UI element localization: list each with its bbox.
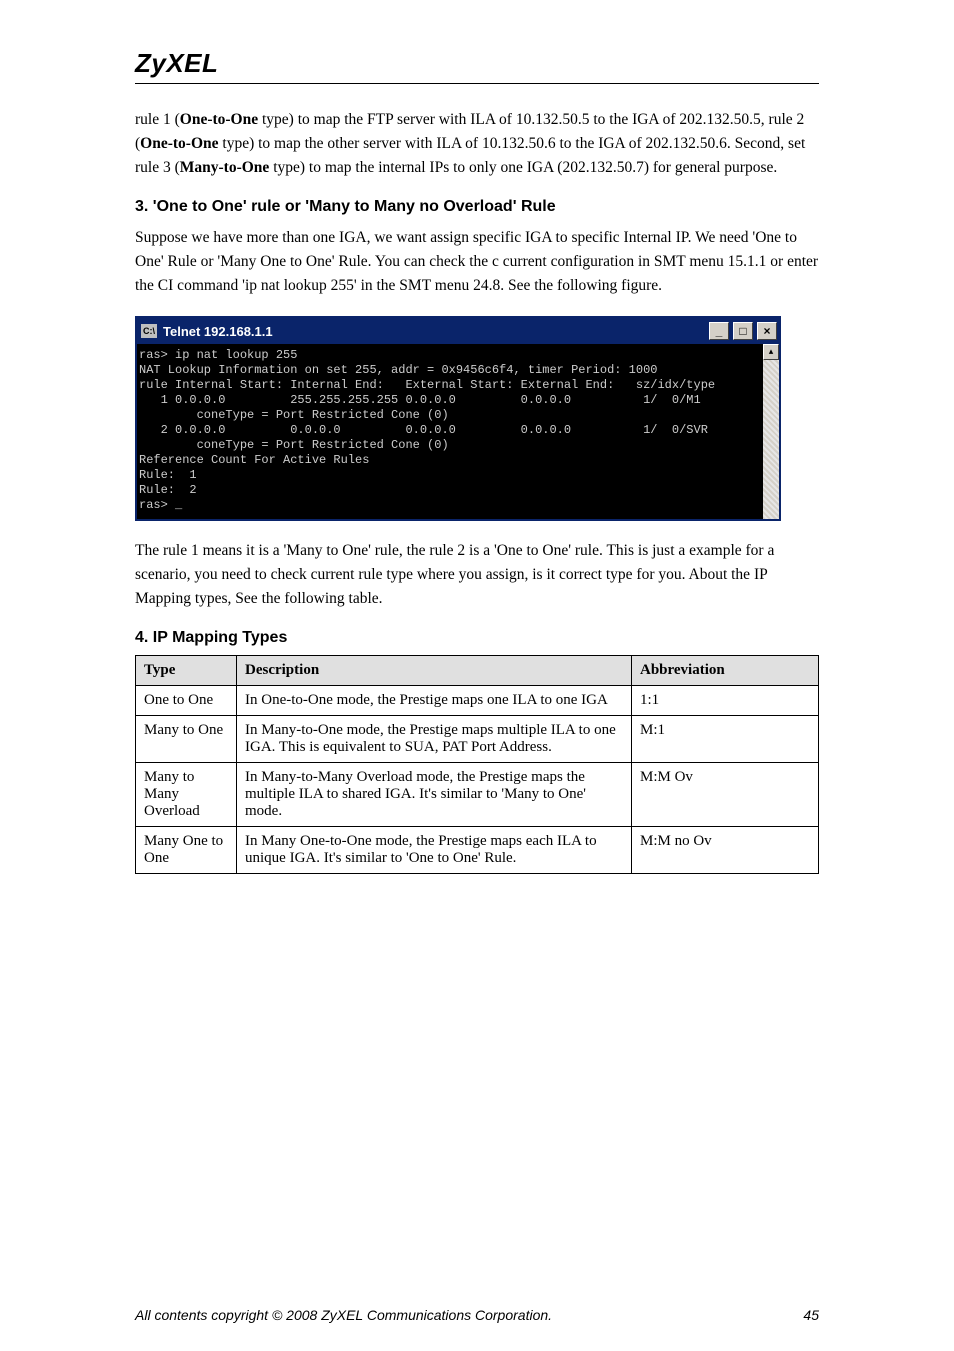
page-footer: All contents copyright © 2008 ZyXEL Comm… [135,1307,819,1323]
table-header-row: Type Description Abbreviation [136,656,819,686]
cell-type: Many to Many Overload [136,763,237,827]
cell-abbr: 1:1 [632,686,819,716]
cell-desc: In Many-to-One mode, the Prestige maps m… [237,716,632,763]
cell-desc: In Many-to-Many Overload mode, the Prest… [237,763,632,827]
section-heading-4: 4. IP Mapping Types [135,629,819,647]
cell-abbr: M:M no Ov [632,827,819,874]
scroll-track[interactable] [763,360,779,519]
table-row: Many One to One In Many One-to-One mode,… [136,827,819,874]
section-heading-3: 3. 'One to One' rule or 'Many to Many no… [135,198,819,216]
heading-text: IP Mapping Types [153,629,288,646]
bold-text: Many-to-One [180,159,270,176]
terminal-output: ras> ip nat lookup 255NAT Lookup Informa… [137,344,763,519]
scroll-up-button[interactable]: ▴ [763,344,779,360]
cell-type: Many One to One [136,827,237,874]
cell-abbr: M:1 [632,716,819,763]
terminal-line: 1 0.0.0.0 255.255.255.255 0.0.0.0 0.0.0.… [139,393,761,408]
terminal-line: Rule: 2 [139,483,761,498]
scrollbar[interactable]: ▴ [763,344,779,519]
terminal-area: ras> ip nat lookup 255NAT Lookup Informa… [137,344,779,519]
text: rule 1 ( [135,111,180,128]
col-header-abbr: Abbreviation [632,656,819,686]
terminal-line: 2 0.0.0.0 0.0.0.0 0.0.0.0 0.0.0.0 1/ 0/S… [139,423,761,438]
terminal-line: coneType = Port Restricted Cone (0) [139,438,761,453]
terminal-line: ras> _ [139,498,761,513]
terminal-line: rule Internal Start: Internal End: Exter… [139,378,761,393]
table-row: Many to One In Many-to-One mode, the Pre… [136,716,819,763]
close-button[interactable]: × [757,322,777,340]
table-row: One to One In One-to-One mode, the Prest… [136,686,819,716]
telnet-window: C:\ Telnet 192.168.1.1 _ □ × ras> ip nat… [135,316,781,521]
col-header-desc: Description [237,656,632,686]
heading-number: 4. [135,629,153,646]
cell-abbr: M:M Ov [632,763,819,827]
cell-type: One to One [136,686,237,716]
window-title: Telnet 192.168.1.1 [163,324,707,339]
bold-text: One-to-One [140,135,218,152]
maximize-button[interactable]: □ [733,322,753,340]
footer-copyright: All contents copyright © 2008 ZyXEL Comm… [135,1307,552,1323]
paragraph-3: The rule 1 means it is a 'Many to One' r… [135,539,819,611]
brand-logo: ZyXEL [135,48,218,79]
cell-desc: In Many One-to-One mode, the Prestige ma… [237,827,632,874]
text: type) to map the internal IPs to only on… [269,159,777,176]
paragraph-2: Suppose we have more than one IGA, we wa… [135,226,819,298]
header-rule [135,83,819,84]
header-logo-row: ZyXEL [135,48,819,79]
cell-type: Many to One [136,716,237,763]
table-row: Many to Many Overload In Many-to-Many Ov… [136,763,819,827]
paragraph-1: rule 1 (One-to-One type) to map the FTP … [135,108,819,180]
terminal-line: Rule: 1 [139,468,761,483]
bold-text: One-to-One [180,111,258,128]
ip-mapping-table: Type Description Abbreviation One to One… [135,655,819,874]
col-header-type: Type [136,656,237,686]
terminal-line: ras> ip nat lookup 255 [139,348,761,363]
minimize-button[interactable]: _ [709,322,729,340]
telnet-titlebar: C:\ Telnet 192.168.1.1 _ □ × [137,318,779,344]
terminal-line: NAT Lookup Information on set 255, addr … [139,363,761,378]
terminal-line: coneType = Port Restricted Cone (0) [139,408,761,423]
page: ZyXEL rule 1 (One-to-One type) to map th… [0,0,954,1351]
text: The rule 1 means it is a 'Many to One' r… [135,542,678,559]
terminal-icon: C:\ [141,324,157,338]
terminal-line: Reference Count For Active Rules [139,453,761,468]
footer-page-number: 45 [803,1307,819,1323]
cell-desc: In One-to-One mode, the Prestige maps on… [237,686,632,716]
